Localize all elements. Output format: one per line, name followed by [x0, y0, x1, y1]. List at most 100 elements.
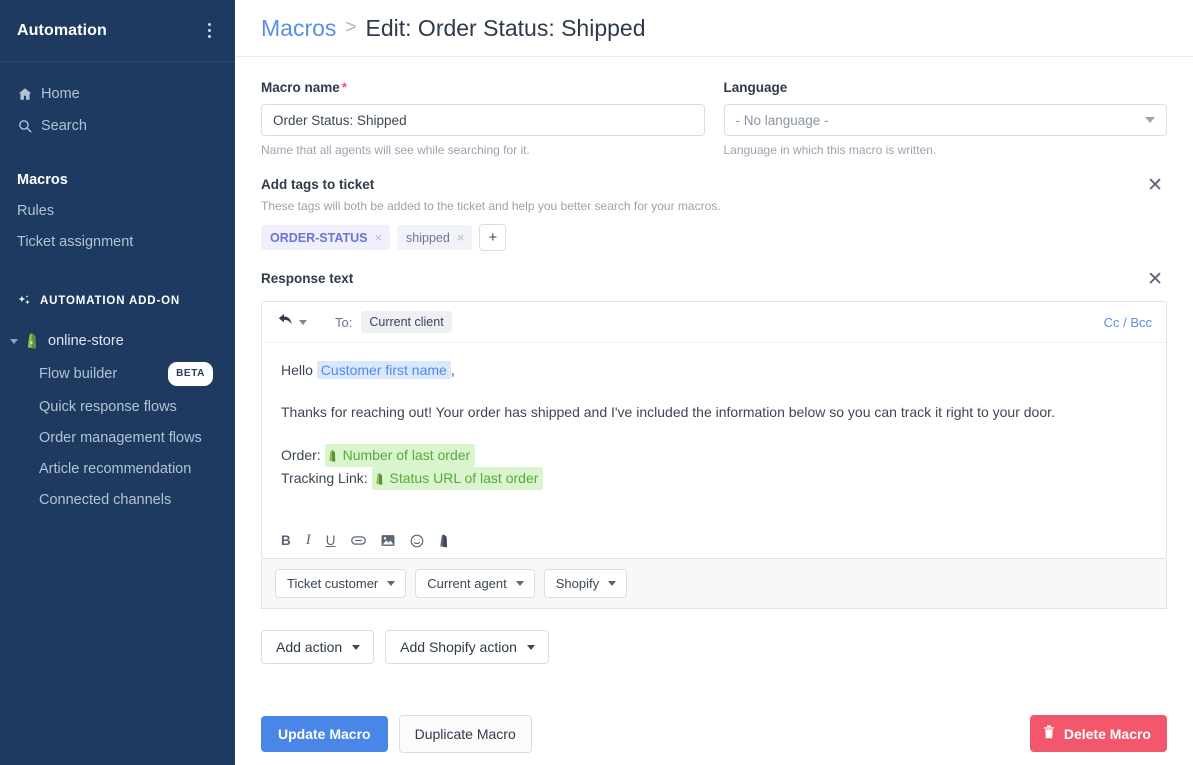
svg-text:s: s — [29, 339, 33, 346]
chevron-down-icon — [299, 319, 307, 325]
home-icon — [17, 87, 32, 101]
variable-button-label: Current agent — [427, 576, 507, 591]
sidebar-item-order-management-flows-label: Order management flows — [39, 430, 202, 446]
sparkles-icon — [17, 294, 32, 309]
greeting-prefix: Hello — [281, 362, 313, 378]
variable-label: Number of last order — [342, 447, 471, 463]
sidebar-item-macros[interactable]: Macros — [0, 164, 235, 195]
to-recipient-chip[interactable]: Current client — [361, 311, 452, 333]
tag-item[interactable]: ORDER-STATUS × — [261, 225, 391, 250]
shopify-bag-icon: s — [26, 333, 41, 349]
variable-button-ticket-customer[interactable]: Ticket customer — [275, 569, 407, 598]
delete-macro-label: Delete Macro — [1063, 725, 1151, 742]
link-icon[interactable] — [350, 534, 366, 547]
add-shopify-action-button[interactable]: Add Shopify action — [385, 630, 549, 664]
add-action-button[interactable]: Add action — [261, 630, 375, 664]
chevron-down-icon — [608, 581, 617, 586]
tracking-line: Tracking Link: Status URL of last order — [281, 467, 1147, 490]
sidebar-item-article-recommendation[interactable]: Article recommendation — [0, 454, 235, 485]
variable-button-label: Shopify — [555, 576, 600, 591]
variable-customer-first-name[interactable]: Customer first name — [316, 361, 451, 379]
reply-mode-selector[interactable] — [278, 313, 307, 331]
shopify-bag-icon — [375, 468, 386, 489]
sidebar-item-macros-label: Macros — [17, 171, 68, 188]
cc-bcc-link[interactable]: Cc / Bcc — [1104, 315, 1152, 330]
tracking-label: Tracking Link: — [281, 470, 368, 486]
sidebar-item-ticket-assignment[interactable]: Ticket assignment — [0, 226, 235, 257]
footer-actions: Update Macro Duplicate Macro Delete Macr… — [235, 702, 1193, 765]
variable-number-of-last-order[interactable]: Number of last order — [324, 444, 476, 467]
update-macro-button[interactable]: Update Macro — [261, 715, 388, 752]
sidebar-item-article-recommendation-label: Article recommendation — [39, 461, 192, 477]
macro-name-input[interactable] — [261, 104, 705, 136]
language-select-value: - No language - — [735, 112, 829, 128]
action-buttons-row: Add action Add Shopify action — [261, 630, 1167, 664]
chevron-down-icon — [515, 581, 524, 586]
form-content: Macro name* Name that all agents will se… — [235, 57, 1193, 664]
variable-label: Status URL of last order — [389, 470, 539, 486]
beta-badge: BETA — [168, 361, 213, 386]
editor-header: To: Current client Cc / Bcc — [262, 302, 1166, 343]
sidebar-store-online-store[interactable]: s online-store — [0, 326, 235, 356]
kebab-menu-icon[interactable] — [202, 19, 218, 43]
macro-name-label-text: Macro name — [261, 80, 340, 95]
sidebar-item-ticket-assignment-label: Ticket assignment — [17, 233, 134, 250]
shopify-bag-icon[interactable] — [439, 534, 451, 548]
italic-icon[interactable]: I — [306, 532, 311, 549]
variable-button-shopify[interactable]: Shopify — [543, 569, 628, 598]
image-icon[interactable] — [381, 534, 395, 547]
form-row-top: Macro name* Name that all agents will se… — [261, 80, 1167, 157]
underline-icon[interactable]: U — [326, 533, 336, 548]
tag-label: ORDER-STATUS — [270, 230, 368, 245]
sidebar-item-home[interactable]: Home — [0, 78, 235, 110]
order-label: Order: — [281, 447, 321, 463]
tags-section-title: Add tags to ticket — [261, 177, 375, 192]
reply-arrow-icon — [278, 313, 293, 331]
sidebar-item-flow-builder[interactable]: Flow builder BETA — [0, 356, 235, 392]
sidebar-nav: Home Search — [0, 62, 235, 142]
macro-name-field-group: Macro name* Name that all agents will se… — [261, 80, 705, 157]
editor-toolbar: B I U — [262, 525, 1166, 558]
tag-remove-icon[interactable]: × — [457, 230, 465, 245]
chevron-down-icon — [1145, 117, 1155, 123]
sidebar-group-automation: Macros Rules Ticket assignment — [0, 164, 235, 257]
emoji-icon[interactable] — [410, 534, 424, 548]
sidebar-item-connected-channels[interactable]: Connected channels — [0, 485, 235, 516]
trash-icon — [1043, 725, 1055, 742]
duplicate-macro-button[interactable]: Duplicate Macro — [398, 714, 532, 753]
sidebar-item-quick-response-flows[interactable]: Quick response flows — [0, 392, 235, 423]
language-select[interactable]: - No language - — [723, 104, 1167, 136]
tag-label: shipped — [406, 230, 450, 245]
sidebar-section-label: AUTOMATION ADD-ON — [40, 295, 181, 307]
sidebar-item-rules[interactable]: Rules — [0, 195, 235, 226]
variable-insert-bar: Ticket customer Current agent Shopify — [261, 559, 1167, 609]
language-field-group: Language - No language - Language in whi… — [723, 80, 1167, 157]
close-icon[interactable]: ✕ — [1143, 176, 1167, 195]
chevron-down-icon — [526, 644, 535, 650]
language-label: Language — [723, 80, 788, 95]
sidebar-item-quick-response-flows-label: Quick response flows — [39, 399, 177, 415]
breadcrumb-macros-link[interactable]: Macros — [261, 15, 336, 42]
response-text-section: Response text ✕ To: Current client Cc / … — [261, 270, 1167, 609]
page-title: Edit: Order Status: Shipped — [365, 14, 646, 41]
variable-status-url-of-last-order[interactable]: Status URL of last order — [371, 467, 544, 490]
sidebar-section-automation-addon: AUTOMATION ADD-ON — [0, 290, 235, 312]
chevron-down-icon — [387, 581, 396, 586]
body-paragraph: Thanks for reaching out! Your order has … — [281, 404, 1055, 420]
delete-macro-button[interactable]: Delete Macro — [1029, 715, 1167, 752]
tag-remove-icon[interactable]: × — [374, 230, 382, 245]
sidebar-item-search[interactable]: Search — [0, 110, 235, 142]
breadcrumb-separator: > — [345, 17, 357, 38]
tag-item[interactable]: shipped × — [397, 225, 473, 250]
add-action-label: Add action — [276, 639, 343, 655]
variable-button-current-agent[interactable]: Current agent — [415, 569, 535, 598]
variable-button-label: Ticket customer — [287, 576, 379, 591]
response-section-title: Response text — [261, 271, 354, 286]
sidebar-item-order-management-flows[interactable]: Order management flows — [0, 423, 235, 454]
add-shopify-action-label: Add Shopify action — [400, 639, 517, 655]
close-icon[interactable]: ✕ — [1143, 270, 1167, 289]
add-tag-button[interactable]: + — [479, 224, 507, 251]
response-body[interactable]: Hello Customer first name, Thanks for re… — [262, 343, 1166, 525]
search-icon — [17, 119, 32, 133]
bold-icon[interactable]: B — [281, 533, 291, 548]
